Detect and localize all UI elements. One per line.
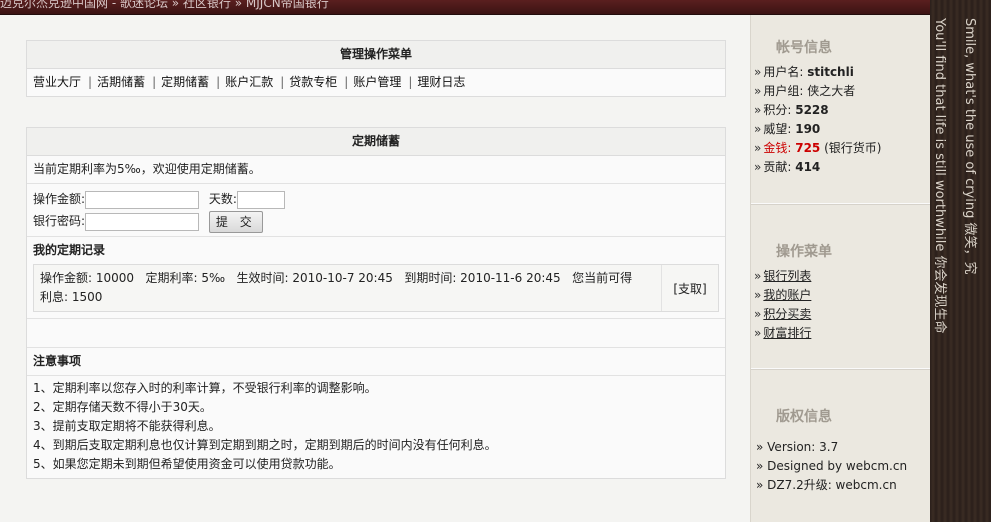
copyright-version: » Version: 3.7: [756, 440, 839, 454]
days-label: 天数:: [208, 192, 237, 206]
submit-button[interactable]: 提 交: [208, 210, 263, 233]
account-info-title: 帐号信息: [776, 40, 832, 56]
note-item: 3、提前支取定期将不能获得利息。: [33, 419, 221, 433]
password-label: 银行密码:: [33, 214, 86, 228]
quote-line-1: Smile, what's the use of crying 微笑，究: [962, 18, 977, 275]
menu-item-account-management[interactable]: 账户管理: [353, 75, 401, 89]
record-line-2: 利息: 1500: [40, 290, 103, 304]
sidebar: 帐号信息 » 用户名: stitchli » 用户组: 侠之大者 » 积分: 5228…: [750, 15, 931, 522]
points-value: 5228: [795, 103, 829, 117]
breadcrumb[interactable]: 迈克尔杰克逊中国网 - 歌迷论坛 » 社区银行 » MJJCN帝国银行: [0, 0, 329, 9]
menu-item-finance-log[interactable]: 理财日志: [417, 75, 465, 89]
ops-points-trade-link[interactable]: 积分买卖: [763, 307, 811, 321]
quote-line-2: You'll find that life is still worthwhil…: [932, 18, 947, 334]
days-input[interactable]: [236, 190, 285, 209]
menu-separator: |: [152, 75, 157, 89]
ops-my-account-link[interactable]: 我的账户: [763, 288, 811, 302]
username-label: 用户名:: [763, 65, 804, 79]
group-row: » 用户组: 侠之大者: [754, 84, 856, 98]
fixed-deposit-title: 定期储蓄: [27, 128, 725, 156]
record-line-1: 操作金额: 10000 定期利率: 5‰ 生效时间: 2010-10-7 20:…: [40, 271, 633, 285]
record-action-cell: [支取]: [662, 265, 718, 311]
points-label: 积分:: [763, 103, 792, 117]
points-row: » 积分: 5228: [754, 103, 829, 117]
username-value: stitchli: [807, 65, 854, 79]
ops-menu-title: 操作菜单: [776, 244, 832, 260]
money-unit: (银行货币): [824, 141, 882, 155]
contribution-label: 贡献:: [763, 160, 792, 174]
ops-wealth-rank-link[interactable]: 财富排行: [763, 326, 811, 340]
notes-title: 注意事项: [27, 348, 725, 376]
top-breadcrumb-bar: 迈克尔杰克逊中国网 - 歌迷论坛 » 社区银行 » MJJCN帝国银行: [0, 0, 930, 15]
amount-label: 操作金额:: [33, 192, 86, 206]
menu-item-transfer[interactable]: 账户汇款: [225, 75, 273, 89]
money-row: » 金钱: 725 (银行货币): [754, 141, 882, 155]
prestige-row: » 威望: 190: [754, 122, 821, 136]
admin-menu-title: 管理操作菜单: [27, 41, 725, 69]
menu-item-lobby[interactable]: 营业大厅: [33, 75, 81, 89]
admin-menu-row: 营业大厅 | 活期储蓄 | 定期储蓄 | 账户汇款 | 贷款专柜 | 账户管理 | 理财日志: [27, 69, 725, 96]
sidebar-divider: [751, 368, 931, 370]
fixed-deposit-intro: 当前定期利率为5‰，欢迎使用定期储蓄。: [27, 156, 725, 184]
money-label: 金钱:: [763, 141, 792, 155]
records-title: 我的定期记录: [33, 243, 106, 257]
admin-menu-panel: 管理操作菜单 营业大厅 | 活期储蓄 | 定期储蓄 | 账户汇款 | 贷款专柜 | 账户管理 | 理财日…: [26, 40, 726, 97]
contribution-row: » 贡献: 414: [754, 160, 821, 174]
bullet-icon: »: [754, 288, 762, 302]
fixed-deposit-panel: 定期储蓄 当前定期利率为5‰，欢迎使用定期储蓄。 操作金额: 天数: 银行密码:…: [26, 127, 726, 479]
vertical-quote: Smile, what's the use of crying 微笑，究 You…: [930, 18, 978, 333]
account-info-section: 帐号信息 » 用户名: stitchli » 用户组: 侠之大者 » 积分: 5228…: [751, 33, 931, 177]
bullet-icon: »: [754, 269, 762, 283]
group-value: 侠之大者: [807, 84, 856, 98]
menu-separator: |: [216, 75, 221, 89]
bullet-icon: »: [754, 326, 762, 340]
notes-list: 1、定期利率以您存入时的利率计算，不受银行利率的调整影响。 2、定期存储天数不得…: [27, 376, 725, 478]
withdraw-link[interactable]: [支取]: [673, 280, 706, 297]
menu-item-fixed-deposit[interactable]: 定期储蓄: [161, 75, 209, 89]
username-row: » 用户名: stitchli: [754, 65, 854, 79]
deposit-record: 操作金额: 10000 定期利率: 5‰ 生效时间: 2010-10-7 20:…: [33, 264, 719, 312]
prestige-value: 190: [795, 122, 821, 136]
menu-separator: |: [280, 75, 285, 89]
note-item: 5、如果您定期未到期但希望使用资金可以使用贷款功能。: [33, 457, 341, 471]
copyright-title: 版权信息: [776, 409, 832, 425]
note-item: 4、到期后支取定期利息也仅计算到定期到期之时，定期到期后的时间内没有任何利息。: [33, 438, 497, 452]
spacer-row: [27, 318, 725, 347]
password-input[interactable]: [85, 212, 200, 231]
copyright-section: 版权信息 » Version: 3.7 » Designed by webcm.…: [751, 402, 931, 495]
group-label: 用户组:: [763, 84, 804, 98]
menu-item-demand-deposit[interactable]: 活期储蓄: [97, 75, 145, 89]
menu-separator: |: [344, 75, 349, 89]
menu-item-loan[interactable]: 贷款专柜: [289, 75, 337, 89]
amount-input[interactable]: [85, 190, 200, 209]
notes-section: 注意事项 1、定期利率以您存入时的利率计算，不受银行利率的调整影响。 2、定期存…: [27, 347, 725, 478]
money-value: 725: [795, 141, 821, 155]
note-item: 1、定期利率以您存入时的利率计算，不受银行利率的调整影响。: [33, 381, 377, 395]
contribution-value: 414: [795, 160, 821, 174]
decorative-right-strip: Smile, what's the use of crying 微笑，究 You…: [930, 0, 991, 522]
main-content: 管理操作菜单 营业大厅 | 活期储蓄 | 定期储蓄 | 账户汇款 | 贷款专柜 | 账户管理 | 理财日…: [0, 15, 750, 522]
copyright-designer: » Designed by webcm.cn: [756, 459, 908, 473]
sidebar-divider: [751, 203, 931, 205]
ops-bank-list-link[interactable]: 银行列表: [763, 269, 811, 283]
ops-menu-section: 操作菜单 » 银行列表 » 我的账户 » 积分买卖 » 财富排行: [751, 237, 931, 343]
record-details: 操作金额: 10000 定期利率: 5‰ 生效时间: 2010-10-7 20:…: [34, 265, 662, 311]
menu-separator: |: [88, 75, 93, 89]
menu-separator: |: [408, 75, 413, 89]
note-item: 2、定期存储天数不得小于30天。: [33, 400, 212, 414]
copyright-upgrade: » DZ7.2升级: webcm.cn: [756, 478, 897, 492]
prestige-label: 威望:: [763, 122, 792, 136]
deposit-form: 操作金额: 天数: 银行密码: 提 交: [27, 184, 725, 237]
bullet-icon: »: [754, 307, 762, 321]
